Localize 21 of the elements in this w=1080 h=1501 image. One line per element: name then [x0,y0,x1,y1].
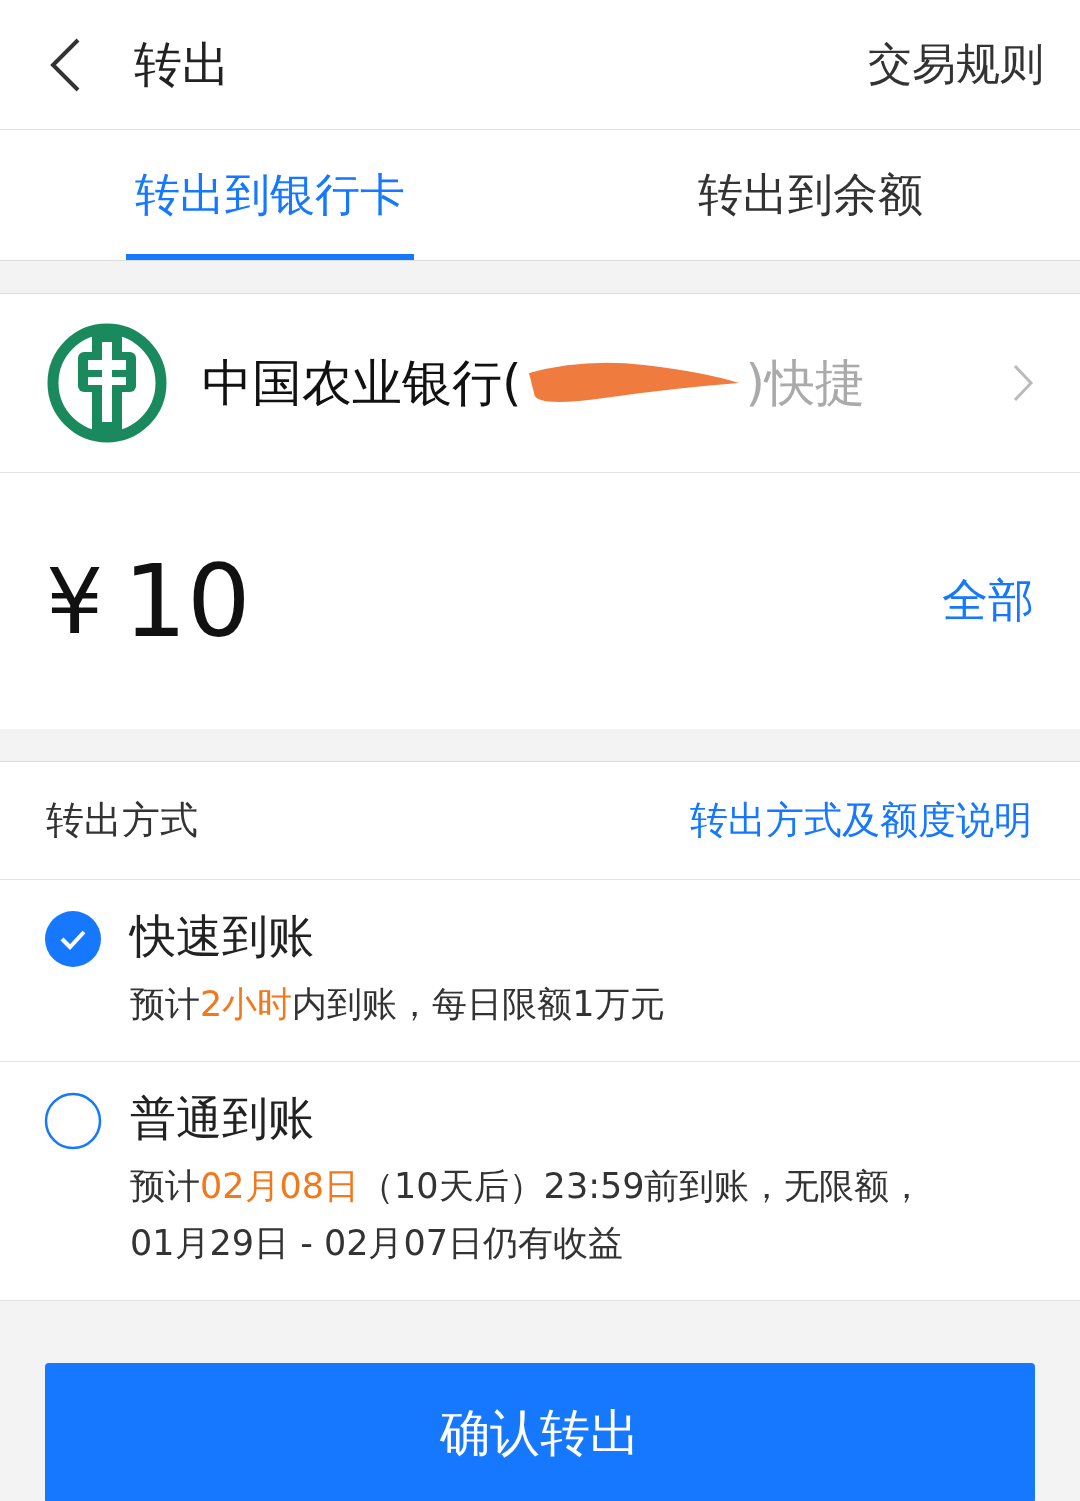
radio-checked[interactable] [44,910,102,968]
option-description: 预计2小时内到账，每日限额1万元 [130,983,665,1026]
option-title: 普通到账 [130,1090,315,1147]
tab[interactable]: 转出到银行卡 [0,130,540,260]
option-title: 快速到账 [130,908,315,965]
all-link[interactable]: 全部 [942,570,1034,632]
bank-logo-icon [46,322,168,444]
card-type-label: )快捷 [745,352,866,414]
page-title: 转出 [134,34,231,94]
currency-symbol: ¥ [46,548,104,654]
bank-name: 中国农业银行( [202,352,522,414]
amount-input[interactable]: 10 [123,542,942,660]
option-description: 预计02月08日（10天后）23:59前到账，无限额， [130,1165,925,1208]
section-label: 转出方式 [46,797,198,844]
radio-button[interactable] [44,1092,102,1150]
confirm-button[interactable]: 确认转出 [45,1363,1035,1501]
rules-link[interactable]: 交易规则 [868,35,1044,94]
help-link[interactable]: 转出方式及额度说明 [690,795,1032,846]
tab[interactable]: 转出到余额 [540,130,1080,260]
back-icon[interactable] [48,36,82,93]
option-description: 01月29日 - 02月07日仍有收益 [130,1222,625,1265]
